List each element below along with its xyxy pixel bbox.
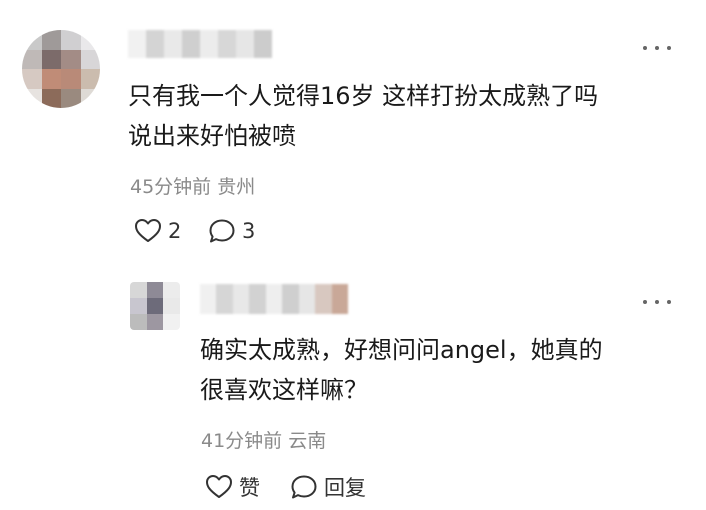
comment-count: 3 [242, 219, 256, 243]
avatar-pixel [41, 30, 61, 50]
avatar-pixel [41, 69, 61, 89]
avatar-pixel [80, 49, 100, 69]
avatar[interactable] [22, 30, 100, 108]
avatar-pixel [22, 88, 42, 108]
username-blur-block [265, 284, 283, 314]
avatar-pixel [146, 314, 164, 330]
username-blur-block [200, 30, 218, 58]
username-blur-block [298, 284, 316, 314]
username-blur-block [236, 30, 254, 58]
avatar-pixel [22, 49, 42, 69]
like-count: 2 [168, 219, 182, 243]
like-button[interactable]: 2 [134, 218, 181, 244]
avatar-pixel [130, 298, 147, 314]
avatar-pixel [146, 282, 164, 298]
avatar-pixel [22, 69, 42, 89]
reply-text: 很喜欢这样嘛？ [200, 376, 368, 404]
like-label: 赞 [239, 476, 260, 500]
username-blur-block [128, 30, 146, 58]
more-options-icon[interactable] [643, 38, 671, 58]
speech-bubble-icon [291, 475, 317, 499]
avatar-pixel [61, 69, 81, 89]
like-button[interactable]: 赞 [205, 472, 260, 502]
heart-icon [206, 475, 232, 498]
avatar-pixel [41, 88, 61, 108]
avatar-pixel [22, 30, 42, 50]
avatar-pixel [80, 69, 100, 89]
heart-icon [135, 219, 161, 242]
reply-text: 确实太成熟，好想问问angel，她真的 [200, 336, 603, 364]
username-blur-block [182, 30, 200, 58]
comment-meta: 45分钟前 贵州 [130, 176, 256, 198]
avatar-pixel [163, 282, 180, 298]
reply-button[interactable]: 回复 [290, 472, 366, 502]
avatar-pixel [130, 314, 147, 330]
avatar-pixel [41, 49, 61, 69]
username[interactable] [128, 30, 272, 58]
username-blur-block [282, 284, 299, 314]
avatar-pixel [163, 298, 180, 314]
username-blur-block [146, 30, 164, 58]
comment-text: 只有我一个人觉得16岁 这样打扮太成熟了吗 [128, 82, 599, 110]
speech-bubble-icon [209, 219, 235, 243]
avatar-pixel [61, 30, 81, 50]
username-blur-block [315, 284, 332, 314]
reply-avatar[interactable] [130, 282, 180, 330]
avatar-pixel [80, 30, 100, 50]
username-blur-block [164, 30, 182, 58]
avatar-pixel [146, 298, 164, 314]
comment-text: 说出来好怕被喷 [128, 122, 296, 150]
username-blur-block [200, 284, 217, 314]
username-blur-block [218, 30, 236, 58]
avatar-pixel [80, 88, 100, 108]
avatar-pixel [130, 282, 147, 298]
more-options-icon[interactable] [643, 292, 671, 312]
username-blur-block [254, 30, 272, 58]
reply-username[interactable] [200, 284, 348, 314]
username-blur-block [232, 284, 250, 314]
avatar-pixel [61, 49, 81, 69]
username-blur-block [331, 284, 348, 314]
username-blur-block [216, 284, 233, 314]
avatar-pixel [163, 314, 180, 330]
reply-meta: 41分钟前 云南 [201, 430, 327, 452]
avatar-pixel [61, 88, 81, 108]
reply-count-button[interactable]: 3 [208, 218, 255, 244]
username-blur-block [249, 284, 266, 314]
reply-label: 回复 [324, 476, 366, 500]
